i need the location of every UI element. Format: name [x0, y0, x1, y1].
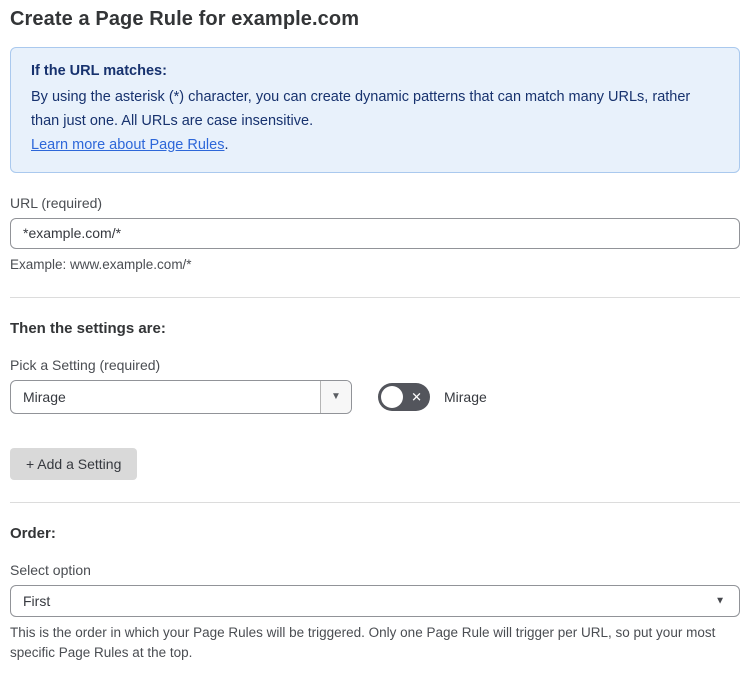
create-page-rule-form: Create a Page Rule for example.com If th…	[0, 0, 750, 684]
order-select[interactable]: First ▼	[10, 584, 740, 617]
order-section-heading: Order:	[10, 524, 56, 542]
divider	[10, 296, 740, 298]
chevron-down-icon: ▼	[331, 391, 341, 403]
mirage-toggle[interactable]: ✕	[378, 382, 430, 411]
toggle-knob	[381, 385, 403, 408]
add-setting-button[interactable]: + Add a Setting	[10, 447, 138, 480]
setting-row: Mirage ▼ ✕ Mirage	[10, 379, 740, 414]
settings-section-heading: Then the settings are:	[10, 319, 166, 337]
mirage-toggle-wrap: ✕ Mirage	[378, 382, 487, 411]
setting-picker-label: Pick a Setting (required)	[10, 356, 161, 373]
url-match-info-callout: If the URL matches: By using the asteris…	[10, 47, 740, 173]
url-field-label: URL (required)	[10, 194, 103, 211]
info-link-line: Learn more about Page Rules.	[31, 134, 719, 158]
link-period: .	[224, 136, 229, 153]
order-select-label: Select option	[10, 561, 91, 578]
order-select-value: First	[23, 592, 51, 609]
url-input[interactable]	[10, 217, 740, 249]
info-heading: If the URL matches:	[31, 63, 167, 79]
setting-select-arrow-button[interactable]: ▼	[320, 380, 351, 413]
toggle-off-x-icon: ✕	[411, 389, 422, 405]
order-helper-text: This is the order in which your Page Rul…	[10, 624, 716, 661]
setting-select-value: Mirage	[23, 388, 66, 405]
chevron-down-icon: ▼	[715, 595, 725, 607]
learn-more-link[interactable]: Learn more about Page Rules	[31, 137, 224, 153]
url-example-helper: Example: www.example.com/*	[10, 256, 192, 272]
setting-select[interactable]: Mirage ▼	[10, 379, 352, 414]
divider	[10, 501, 740, 503]
info-body-text: By using the asterisk (*) character, you…	[31, 88, 691, 129]
page-title: Create a Page Rule for example.com	[10, 8, 360, 30]
mirage-toggle-label: Mirage	[444, 388, 487, 405]
